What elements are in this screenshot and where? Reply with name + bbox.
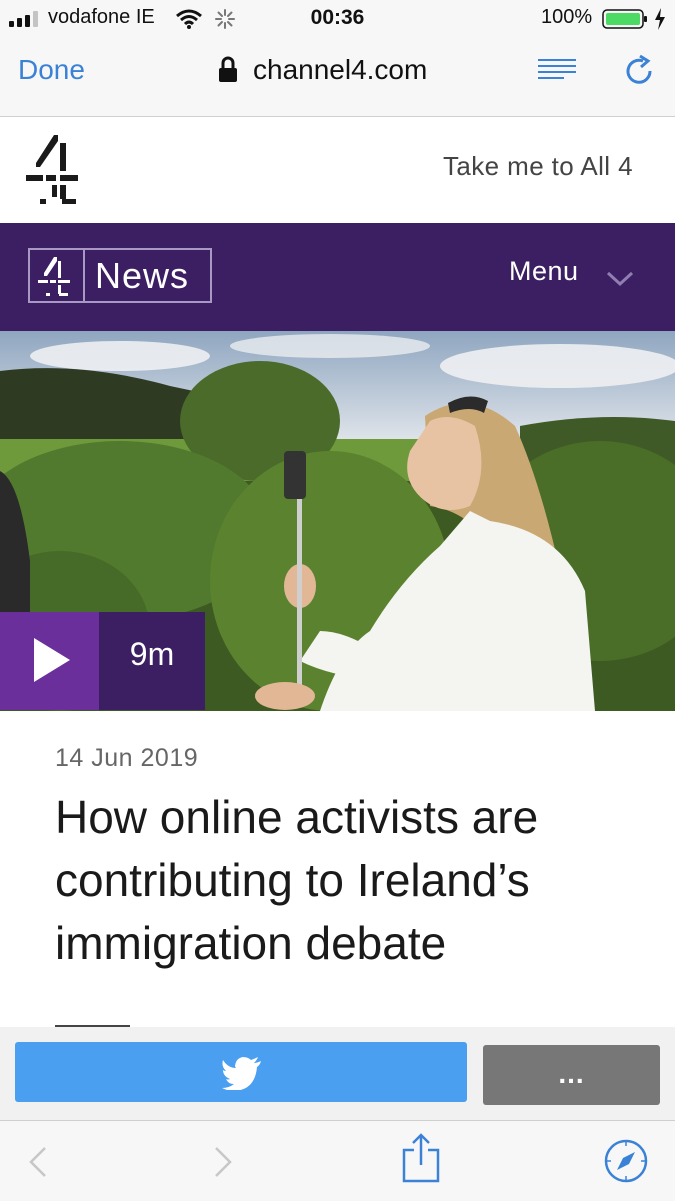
- done-button[interactable]: Done: [18, 54, 85, 86]
- play-icon: [34, 638, 70, 682]
- video-duration: 9m: [129, 636, 175, 672]
- more-share-label: ...: [558, 1058, 585, 1089]
- twitter-icon: [222, 1057, 261, 1090]
- channel4-mini-logo: [38, 257, 70, 296]
- lock-icon: [219, 56, 237, 82]
- browser-toolbar: [0, 1120, 675, 1201]
- forward-arrow-icon[interactable]: [213, 1146, 233, 1178]
- article-title: How online activists are contributing to…: [55, 791, 539, 969]
- url-address[interactable]: channel4.com: [253, 54, 427, 86]
- share-icon[interactable]: [401, 1133, 441, 1183]
- safari-compass-icon[interactable]: [603, 1138, 649, 1184]
- menu-button[interactable]: Menu: [509, 256, 579, 287]
- reader-icon[interactable]: [538, 58, 576, 82]
- reload-icon[interactable]: [624, 54, 656, 88]
- back-arrow-icon[interactable]: [28, 1146, 48, 1178]
- all4-link[interactable]: Take me to All 4: [443, 151, 633, 182]
- charging-icon: [655, 8, 665, 30]
- news-section-label: News: [95, 255, 190, 296]
- battery-icon: [602, 9, 647, 29]
- news-logo-divider: [83, 250, 85, 301]
- channel4-logo[interactable]: [26, 133, 80, 207]
- article-date: 14 Jun 2019: [55, 744, 199, 772]
- battery-percentage: 100%: [541, 6, 593, 28]
- chevron-down-icon[interactable]: [606, 271, 634, 287]
